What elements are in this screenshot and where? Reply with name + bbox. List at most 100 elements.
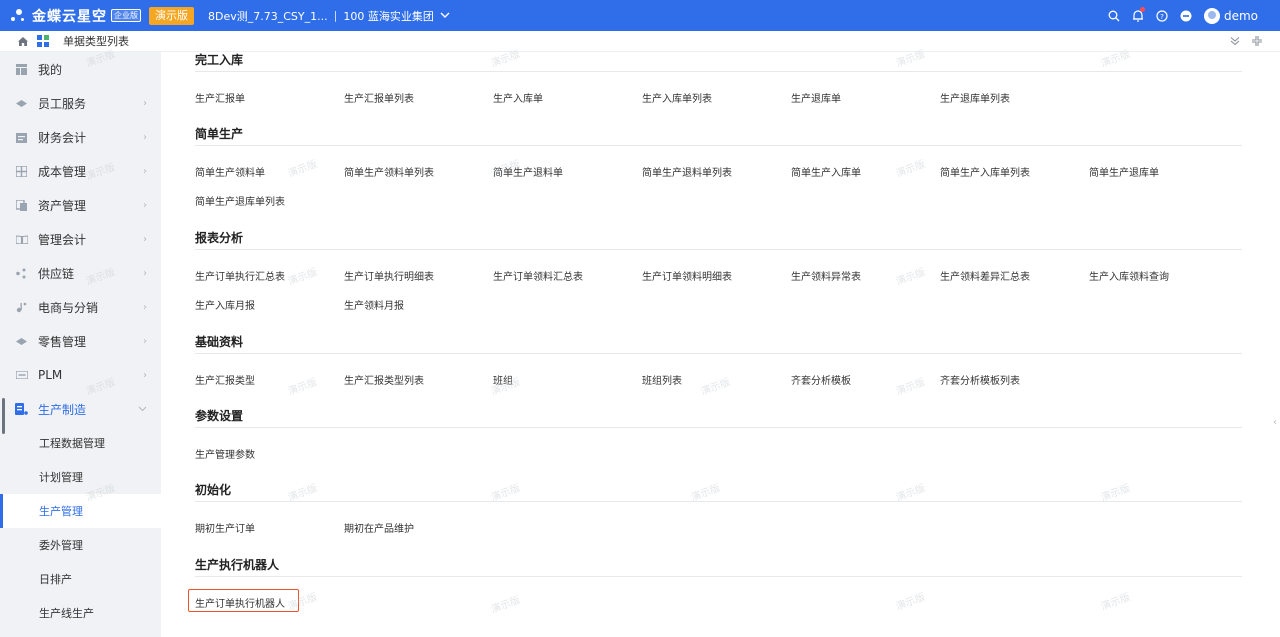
sidebar-item-management-accounting[interactable]: 管理会计 › <box>0 222 161 256</box>
menu-link[interactable]: 生产汇报单 <box>195 85 344 114</box>
sidebar-item-manufacturing[interactable]: 生产制造 <box>0 392 161 426</box>
ledger-icon <box>15 131 28 144</box>
sidebar-item-label: 电商与分销 <box>38 300 99 315</box>
sidebar-item-cost[interactable]: 成本管理 › <box>0 154 161 188</box>
sidebar-item-label: 成本管理 <box>38 164 87 179</box>
menu-link[interactable]: 简单生产退料单 <box>493 159 642 188</box>
avatar <box>1203 7 1220 24</box>
section-report-analysis: 报表分析 生产订单执行汇总表 生产订单执行明细表 生产订单领料汇总表 生产订单领… <box>195 230 1242 321</box>
top-bar: 金蝶云星空 企业版 演示版 8Dev测_7.73_CSY_1... | 100 … <box>0 0 1280 31</box>
menu-link[interactable]: 生产汇报类型列表 <box>344 367 493 396</box>
section-links: 生产汇报类型 生产汇报类型列表 班组 班组列表 齐套分析模板 齐套分析模板列表 <box>195 367 1242 396</box>
menu-link[interactable]: 班组 <box>493 367 642 396</box>
sidebar-item-label: 供应链 <box>38 266 75 281</box>
chevron-down-icon <box>440 10 450 21</box>
menu-link[interactable]: 生产订单执行汇总表 <box>195 263 344 292</box>
menu-link[interactable]: 简单生产领料单列表 <box>344 159 493 188</box>
sidebar-item-label: 员工服务 <box>38 96 87 111</box>
sidebar-sub-engineering-data[interactable]: 工程数据管理 <box>0 426 161 460</box>
tenant-selector[interactable]: 8Dev测_7.73_CSY_1... | 100 蓝海实业集团 <box>208 8 450 24</box>
app-logo[interactable]: 金蝶云星空 企业版 <box>10 0 141 31</box>
sidebar-item-mine[interactable]: 我的 <box>0 52 161 86</box>
double-chevron-down-icon[interactable] <box>1230 35 1240 49</box>
apps-grid-icon[interactable] <box>37 35 51 47</box>
section-title: 生产执行机器人 <box>195 557 1242 577</box>
menu-link[interactable]: 齐套分析模板 <box>791 367 940 396</box>
menu-link[interactable]: 生产订单领料汇总表 <box>493 263 642 292</box>
menu-link[interactable]: 生产入库月报 <box>195 292 344 321</box>
section-links: 生产管理参数 <box>195 441 1242 470</box>
sidebar-item-ecommerce[interactable]: 电商与分销 › <box>0 290 161 324</box>
menu-link[interactable]: 期初生产订单 <box>195 515 344 544</box>
menu-link[interactable]: 生产管理参数 <box>195 441 344 470</box>
sidebar-item-label: 财务会计 <box>38 130 87 145</box>
search-icon[interactable] <box>1102 0 1126 31</box>
sidebar-item-finance[interactable]: 财务会计 › <box>0 120 161 154</box>
menu-link[interactable]: 生产退库单 <box>791 85 940 114</box>
sidebar-item-supply-chain[interactable]: 供应链 › <box>0 256 161 290</box>
chevron-right-icon: › <box>143 301 147 313</box>
sidebar-item-retail[interactable]: 零售管理 › <box>0 324 161 358</box>
menu-link[interactable]: 生产领料月报 <box>344 292 493 321</box>
menu-link[interactable]: 生产退库单列表 <box>940 85 1089 114</box>
menu-link[interactable]: 简单生产退料单列表 <box>642 159 791 188</box>
menu-link[interactable]: 生产领料差异汇总表 <box>940 263 1089 292</box>
logo-text: 金蝶云星空 <box>32 8 107 25</box>
menu-link[interactable]: 生产汇报类型 <box>195 367 344 396</box>
menu-link[interactable]: 生产入库领料查询 <box>1089 263 1238 292</box>
sidebar-sub-line-production[interactable]: 生产线生产 <box>0 596 161 630</box>
section-completion-warehousing: 完工入库 生产汇报单 生产汇报单列表 生产入库单 生产入库单列表 生产退库单 生… <box>195 52 1242 114</box>
section-links: 简单生产领料单 简单生产领料单列表 简单生产退料单 简单生产退料单列表 简单生产… <box>195 159 1242 217</box>
menu-link[interactable]: 生产入库单 <box>493 85 642 114</box>
menu-link[interactable]: 简单生产退库单列表 <box>195 188 344 217</box>
user-menu[interactable]: demo <box>1203 7 1258 24</box>
main-content: 完工入库 生产汇报单 生产汇报单列表 生产入库单 生产入库单列表 生产退库单 生… <box>161 52 1280 637</box>
breadcrumb-tools <box>1230 31 1262 52</box>
section-title: 基础资料 <box>195 334 1242 354</box>
sidebar-sub-daily-scheduling[interactable]: 日排产 <box>0 562 161 596</box>
sidebar-item-asset[interactable]: 资产管理 › <box>0 188 161 222</box>
chevron-left-icon[interactable]: ‹ <box>1273 417 1277 428</box>
grid-icon <box>15 63 28 76</box>
section-title: 初始化 <box>195 482 1242 502</box>
menu-link[interactable]: 简单生产入库单列表 <box>940 159 1089 188</box>
menu-link[interactable]: 简单生产领料单 <box>195 159 344 188</box>
sidebar-item-employee-service[interactable]: 员工服务 › <box>0 86 161 120</box>
collapse-icon[interactable] <box>1252 35 1262 49</box>
menu-link[interactable]: 生产订单执行明细表 <box>344 263 493 292</box>
asset-icon <box>15 199 28 212</box>
menu-link[interactable]: 生产领料异常表 <box>791 263 940 292</box>
sidebar-scrollbar[interactable] <box>2 398 5 434</box>
help-icon[interactable]: ? <box>1150 0 1174 31</box>
minus-circle-icon[interactable] <box>1174 0 1198 31</box>
menu-link[interactable]: 生产入库单列表 <box>642 85 791 114</box>
menu-link[interactable]: 简单生产退库单 <box>1089 159 1238 188</box>
menu-link[interactable]: 生产汇报单列表 <box>344 85 493 114</box>
section-parameter-settings: 参数设置 生产管理参数 <box>195 408 1242 470</box>
section-title: 报表分析 <box>195 230 1242 250</box>
factory-icon <box>15 403 28 416</box>
menu-link[interactable]: 齐套分析模板列表 <box>940 367 1089 396</box>
sidebar-sub-outsourcing[interactable]: 委外管理 <box>0 528 161 562</box>
sidebar-item-label: 我的 <box>38 62 63 77</box>
sidebar-item-label: PLM <box>38 368 63 382</box>
menu-link[interactable]: 生产订单领料明细表 <box>642 263 791 292</box>
sidebar-item-plm[interactable]: PLM › <box>0 358 161 392</box>
sidebar-sub-planning[interactable]: 计划管理 <box>0 460 161 494</box>
svg-text:?: ? <box>1160 13 1164 21</box>
bell-icon[interactable] <box>1126 0 1150 31</box>
breadcrumb-current[interactable]: 单据类型列表 <box>63 33 129 49</box>
chevron-right-icon: › <box>143 165 147 177</box>
chevron-right-icon: › <box>143 131 147 143</box>
section-title: 完工入库 <box>195 52 1242 72</box>
highlight-box <box>188 589 299 612</box>
chevron-right-icon: › <box>143 97 147 109</box>
menu-link[interactable]: 简单生产入库单 <box>791 159 940 188</box>
tenant-org: 100 蓝海实业集团 <box>343 9 434 23</box>
sidebar-sub-production-management[interactable]: 生产管理 <box>0 494 161 528</box>
home-icon[interactable] <box>17 36 31 47</box>
menu-link[interactable]: 班组列表 <box>642 367 791 396</box>
chevron-right-icon: › <box>143 369 147 381</box>
section-links: 生产汇报单 生产汇报单列表 生产入库单 生产入库单列表 生产退库单 生产退库单列… <box>195 85 1242 114</box>
menu-link[interactable]: 期初在产品维护 <box>344 515 493 544</box>
